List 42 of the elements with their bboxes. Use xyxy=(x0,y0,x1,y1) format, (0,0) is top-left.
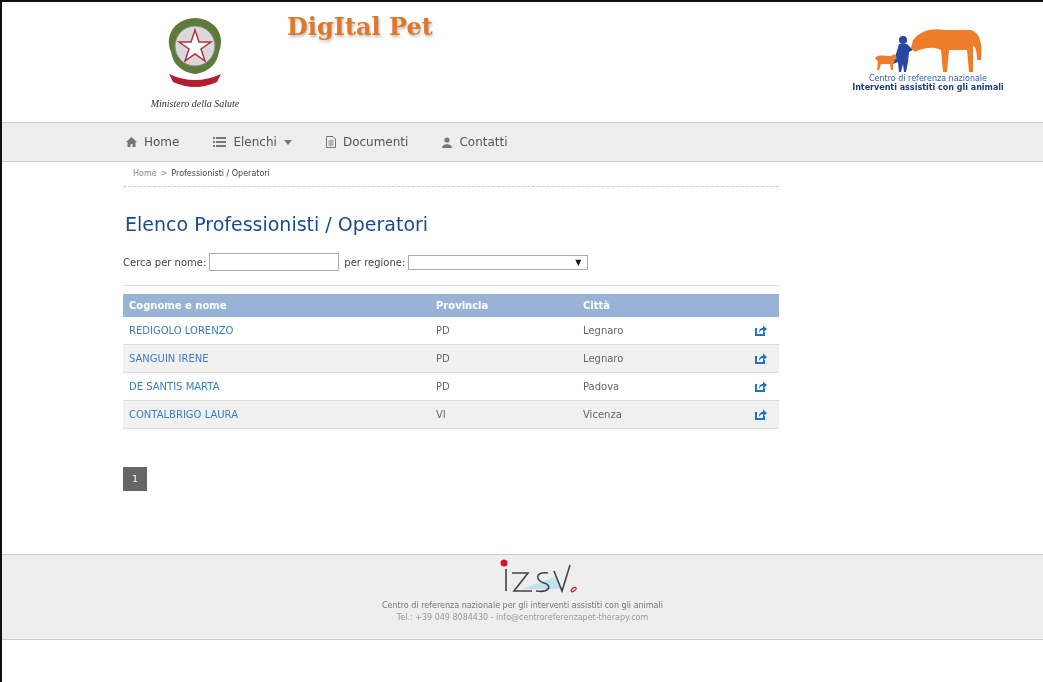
region-select[interactable]: ▼ xyxy=(408,254,589,270)
footer-text: Centro di referenza nazionale per gli interventi assistiti con gli animali xyxy=(382,601,663,610)
footer-contact: Tel.: +39 049 8084430 - info@centroreferenzapet-therapy.com xyxy=(396,613,649,622)
list-icon xyxy=(213,137,227,147)
ministry-caption: Ministero della Salute xyxy=(150,98,240,109)
partner-logo-text: Centro di referenza nazionale xyxy=(868,74,987,83)
breadcrumb-separator: > xyxy=(160,169,168,178)
share-icon[interactable] xyxy=(755,381,767,392)
breadcrumb-link[interactable]: Home xyxy=(133,169,157,178)
share-icon[interactable] xyxy=(755,353,767,364)
column-header: Città xyxy=(582,300,612,311)
filter-label: per regione: xyxy=(344,256,406,268)
site-title: DigItal Pet xyxy=(287,12,433,41)
filter-label: Cerca per nome: xyxy=(123,256,207,268)
document-icon xyxy=(325,136,336,148)
name-link[interactable]: SANGUIN IRENE xyxy=(129,353,209,364)
user-icon xyxy=(442,136,453,148)
partner-logo-text: Interventi assistiti con gli animali xyxy=(852,83,1004,92)
nav-link[interactable]: Home xyxy=(126,135,180,149)
table-cell-text: Vicenza xyxy=(582,409,623,420)
breadcrumb-link[interactable]: Professionisti / Operatori xyxy=(171,169,270,178)
table-cell-text: PD xyxy=(435,353,451,364)
name-search-field[interactable] xyxy=(209,253,340,271)
table-cell-text: Legnaro xyxy=(582,325,625,336)
share-icon[interactable] xyxy=(755,325,767,336)
table-cell-text: PD xyxy=(435,381,451,392)
page-button[interactable]: 1 xyxy=(123,467,147,491)
table-cell-text: Legnaro xyxy=(582,353,625,364)
nav-link[interactable]: Documenti xyxy=(325,135,409,149)
table-cell-text: VI xyxy=(435,409,447,420)
home-icon xyxy=(126,137,137,147)
column-header: Provincia xyxy=(435,300,490,311)
nav-link[interactable]: Elenchi xyxy=(213,135,292,149)
name-link[interactable]: DE SANTIS MARTA xyxy=(129,381,220,392)
name-link[interactable]: CONTALBRIGO LAURA xyxy=(129,409,238,420)
nav-link[interactable]: Contatti xyxy=(442,135,508,149)
page-title: Elenco Professionisti / Operatori xyxy=(125,213,430,235)
table-cell-text: Padova xyxy=(582,381,621,392)
name-link[interactable]: REDIGOLO LORENZO xyxy=(129,325,234,336)
table-cell-text: PD xyxy=(435,325,451,336)
column-header: Cognome e nome xyxy=(128,300,228,311)
share-icon[interactable] xyxy=(755,409,767,420)
